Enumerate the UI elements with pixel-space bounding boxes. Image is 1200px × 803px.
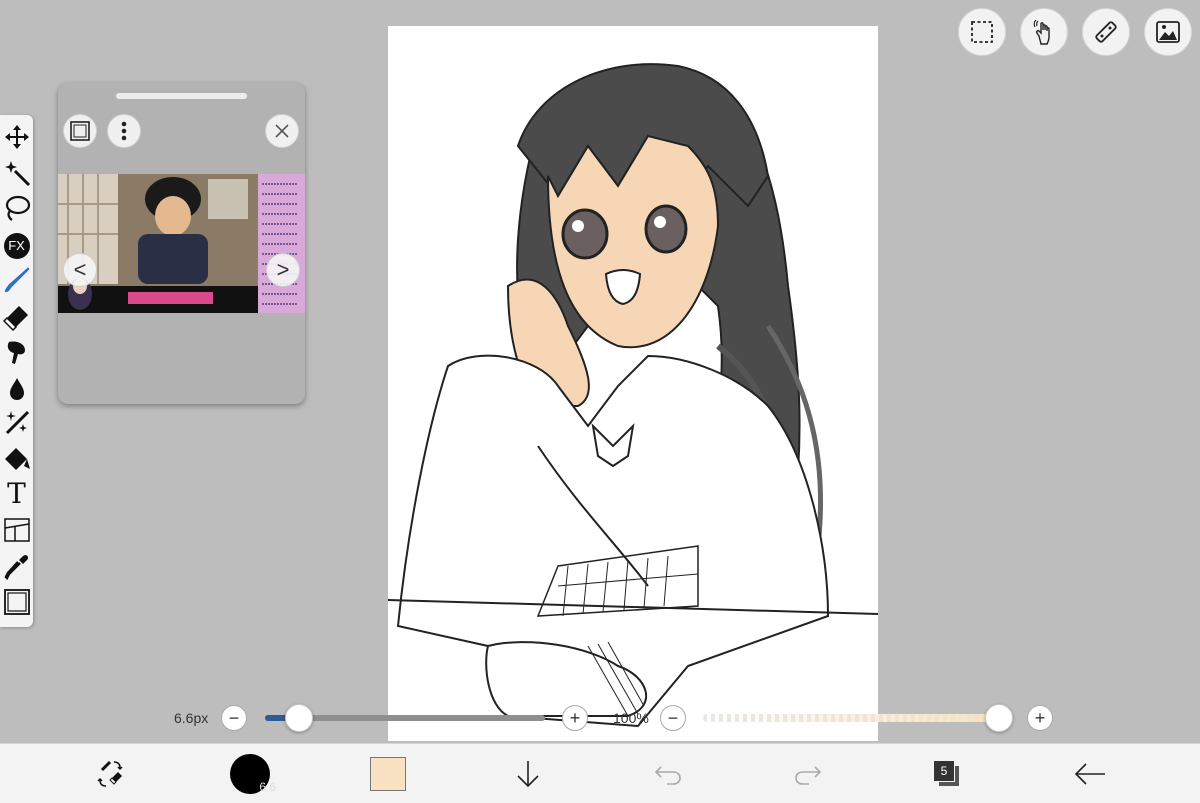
text-icon: T — [7, 477, 26, 510]
reference-prev-button[interactable]: < — [63, 253, 97, 287]
chevron-left-icon: < — [73, 257, 87, 282]
reference-close-button[interactable] — [265, 114, 299, 148]
layers-button[interactable]: 5 — [922, 744, 972, 803]
opacity-value: 100% — [613, 710, 649, 726]
lasso-icon — [5, 195, 30, 221]
more-vertical-icon — [121, 121, 127, 141]
color-button[interactable] — [363, 744, 413, 803]
minus-icon: − — [667, 708, 679, 728]
eraser-tool[interactable] — [1, 301, 32, 332]
layer-count: 5 — [933, 760, 955, 782]
brush-eraser-swap-icon — [97, 760, 123, 787]
smudge-icon — [7, 340, 25, 364]
back-button[interactable] — [1065, 744, 1115, 803]
redo-icon — [795, 766, 822, 785]
plus-icon: + — [1034, 708, 1046, 728]
reference-menu-button[interactable] — [107, 114, 141, 148]
redo-button[interactable] — [783, 744, 833, 803]
brush-size-increase-button[interactable]: + — [562, 705, 588, 731]
image-icon — [1156, 21, 1180, 43]
fx-icon: FX — [3, 232, 30, 259]
shape-fill-tool[interactable] — [1, 443, 32, 474]
ruler-icon — [1095, 21, 1117, 43]
swap-tool-button[interactable] — [85, 744, 135, 803]
fill-tool[interactable] — [1, 373, 32, 404]
frame-icon — [70, 121, 90, 141]
close-icon — [275, 124, 289, 138]
eyedropper-icon — [3, 554, 28, 580]
text-tool[interactable]: T — [1, 477, 32, 510]
sparkle-brush-tool[interactable] — [1, 407, 32, 438]
magic-wand-icon — [4, 160, 30, 186]
selection-icon — [971, 21, 993, 43]
undo-button[interactable] — [643, 744, 693, 803]
arrow-left-icon — [1074, 763, 1105, 785]
panel-drag-handle[interactable] — [116, 93, 247, 99]
brush-tool[interactable] — [1, 264, 32, 295]
chevron-right-icon: > — [276, 257, 290, 282]
reference-image-picture — [58, 174, 305, 313]
brush-settings-button[interactable]: 6.6 — [225, 744, 276, 803]
brush-size-decrease-button[interactable]: − — [221, 705, 247, 731]
brush-icon — [4, 267, 29, 292]
brush-preview: 6.6 — [230, 754, 276, 794]
brush-size-value: 6.6px — [174, 710, 209, 726]
hand-gesture-icon — [1033, 19, 1050, 45]
shape-fill-icon — [4, 447, 30, 470]
move-tool[interactable] — [1, 121, 32, 152]
opacity-slider-fill — [703, 714, 999, 722]
reference-window[interactable]: < > — [58, 83, 305, 404]
brush-size-slider-knob[interactable] — [284, 704, 313, 732]
selection-button[interactable] — [958, 8, 1006, 56]
opacity-decrease-button[interactable]: − — [660, 705, 686, 731]
bottom-toolbar: 6.6 5 — [0, 743, 1200, 803]
reference-image — [58, 174, 305, 313]
reference-frame-button[interactable] — [63, 114, 97, 148]
opacity-slider-knob[interactable] — [985, 704, 1013, 732]
minus-icon: − — [228, 708, 240, 728]
brush-size-badge: 6.6 — [259, 780, 276, 794]
reference-next-button[interactable]: > — [266, 253, 300, 287]
fx-tool[interactable]: FX — [1, 230, 32, 261]
arrow-down-icon — [517, 761, 539, 788]
canvas-illustration — [388, 63, 878, 728]
undo-icon — [654, 766, 681, 785]
canvas-tool[interactable] — [1, 586, 32, 617]
drawing-canvas[interactable] — [388, 26, 878, 741]
save-download-button[interactable] — [503, 744, 553, 803]
opacity-slider[interactable] — [703, 714, 999, 722]
current-color-swatch — [370, 757, 406, 791]
opacity-increase-button[interactable]: + — [1027, 705, 1053, 731]
lasso-tool[interactable] — [1, 192, 32, 223]
canvas-icon — [3, 588, 30, 615]
plus-icon: + — [569, 708, 581, 728]
image-button[interactable] — [1144, 8, 1192, 56]
tool-bar: FX T — [0, 115, 33, 627]
eraser-icon — [2, 305, 28, 331]
magic-wand-tool[interactable] — [1, 157, 32, 188]
frame-divider-icon — [3, 517, 30, 542]
layers-icon: 5 — [932, 759, 962, 789]
sparkle-brush-icon — [5, 410, 29, 434]
eyedropper-tool[interactable] — [1, 550, 32, 581]
hand-gesture-button[interactable] — [1020, 8, 1068, 56]
ruler-button[interactable] — [1082, 8, 1130, 56]
frame-divider-tool[interactable] — [1, 514, 32, 545]
move-icon — [4, 124, 29, 149]
fill-drop-icon — [9, 377, 24, 400]
smudge-tool[interactable] — [1, 336, 32, 367]
